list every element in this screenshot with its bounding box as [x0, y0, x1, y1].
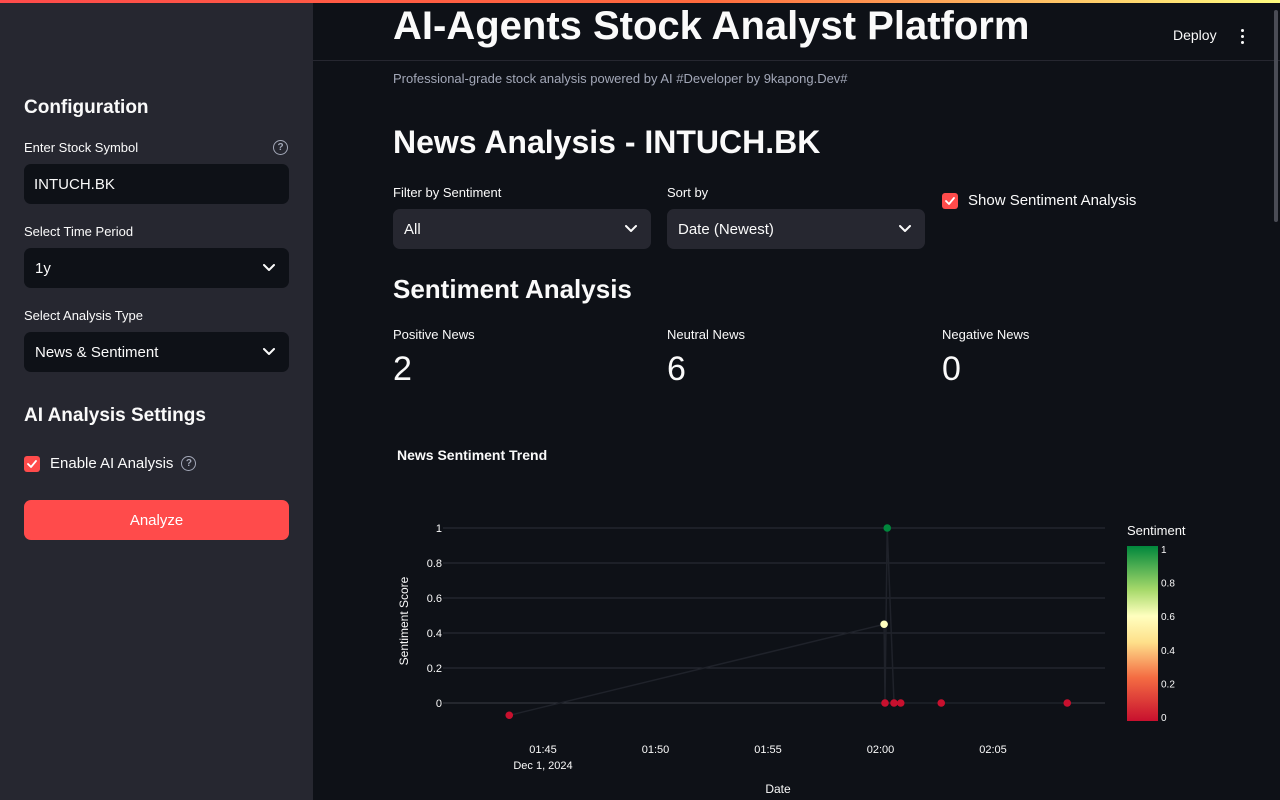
data-point — [896, 699, 905, 707]
negative-news-label: Negative News — [942, 327, 1030, 342]
show-sentiment-checkbox[interactable] — [942, 192, 958, 209]
sort-by-value: Date (Newest) — [678, 220, 774, 238]
chevron-down-icon — [261, 260, 277, 276]
neutral-news-label: Neutral News — [667, 327, 746, 342]
more-menu-icon[interactable] — [1234, 26, 1250, 46]
analysis-type-label: Select Analysis Type — [24, 308, 143, 323]
sort-by-label: Sort by — [667, 185, 709, 200]
filter-sentiment-value: All — [404, 220, 421, 238]
time-period-select[interactable]: 1y — [24, 248, 289, 288]
chevron-down-icon — [623, 221, 639, 237]
stock-symbol-label: Enter Stock Symbol — [24, 140, 139, 155]
enable-ai-checkbox[interactable] — [24, 455, 40, 472]
filter-sentiment-label: Filter by Sentiment — [393, 185, 502, 200]
chevron-down-icon — [897, 221, 913, 237]
help-icon[interactable]: ? — [273, 140, 288, 155]
x-tick-label: 01:50 — [642, 744, 670, 756]
show-sentiment-checkbox-row[interactable]: Show Sentiment Analysis — [942, 192, 1136, 209]
help-icon[interactable]: ? — [181, 456, 197, 471]
colorbar-tick-label: 0.6 — [1161, 612, 1175, 623]
data-point — [883, 524, 892, 532]
trend-line — [509, 527, 1068, 717]
filter-sentiment-select[interactable]: All — [393, 209, 651, 249]
app-subtitle: Professional-grade stock analysis powere… — [393, 71, 848, 86]
chart-title: News Sentiment Trend — [397, 447, 548, 463]
top-accent-bar — [0, 0, 1280, 3]
colorbar-tick-label: 0.8 — [1161, 579, 1175, 590]
stock-symbol-input[interactable]: INTUCH.BK — [24, 164, 289, 204]
y-tick-label: 1 — [436, 523, 442, 535]
sidebar: Configuration Enter Stock Symbol ? INTUC… — [0, 0, 313, 800]
y-tick-label: 0 — [436, 698, 442, 710]
positive-news-value: 2 — [393, 350, 412, 388]
sort-by-select[interactable]: Date (Newest) — [667, 209, 925, 249]
x-tick-label: 01:55 — [754, 744, 782, 756]
news-analysis-title: News Analysis - INTUCH.BK — [393, 124, 821, 160]
header-divider — [313, 60, 1280, 61]
colorbar-tick-label: 0.2 — [1161, 679, 1175, 690]
colorbar-tick-label: 1 — [1161, 545, 1167, 556]
y-tick-label: 0.8 — [427, 558, 442, 570]
deploy-button[interactable]: Deploy — [1173, 27, 1217, 43]
positive-news-label: Positive News — [393, 327, 475, 342]
x-tick-label: 02:05 — [979, 744, 1007, 756]
sentiment-trend-chart[interactable]: 01:45 01:50 01:55 02:00 02:05 Dec 1, 2024 0 0.… — [393, 500, 1213, 800]
analysis-type-value: News & Sentiment — [35, 343, 159, 361]
colorbar-tick-label: 0 — [1161, 713, 1167, 724]
time-period-label: Select Time Period — [24, 224, 134, 239]
chevron-down-icon — [261, 344, 277, 360]
colorbar-title: Sentiment — [1127, 523, 1186, 538]
data-point — [505, 711, 514, 720]
analyze-button[interactable]: Analyze — [24, 500, 289, 540]
y-axis-label: Sentiment Score — [397, 576, 411, 665]
data-point — [1063, 699, 1072, 707]
sentiment-analysis-heading: Sentiment Analysis — [393, 274, 632, 304]
data-point — [880, 620, 888, 629]
show-sentiment-label: Show Sentiment Analysis — [968, 192, 1137, 209]
x-date-label: Dec 1, 2024 — [513, 760, 572, 772]
enable-ai-label: Enable AI Analysis — [50, 455, 174, 472]
data-point — [881, 699, 889, 707]
ai-settings-heading: AI Analysis Settings — [24, 405, 206, 426]
sidebar-config-heading: Configuration — [24, 97, 149, 118]
neutral-news-value: 6 — [667, 350, 686, 388]
x-tick-label: 01:45 — [529, 744, 557, 756]
enable-ai-checkbox-row[interactable]: Enable AI Analysis ? — [24, 455, 197, 472]
app-title: AI-Agents Stock Analyst Platform — [393, 4, 1030, 48]
colorbar — [1127, 546, 1158, 721]
y-tick-label: 0.6 — [427, 593, 442, 605]
x-axis-label: Date — [765, 782, 791, 796]
data-point — [890, 699, 898, 707]
time-period-value: 1y — [35, 259, 51, 277]
x-tick-label: 02:00 — [867, 744, 895, 756]
y-tick-label: 0.2 — [427, 663, 442, 675]
analysis-type-select[interactable]: News & Sentiment — [24, 332, 289, 372]
colorbar-tick-label: 0.4 — [1161, 646, 1175, 657]
y-tick-label: 0.4 — [427, 628, 442, 640]
scrollbar[interactable] — [1274, 10, 1278, 222]
negative-news-value: 0 — [942, 350, 961, 388]
data-point — [937, 699, 946, 707]
